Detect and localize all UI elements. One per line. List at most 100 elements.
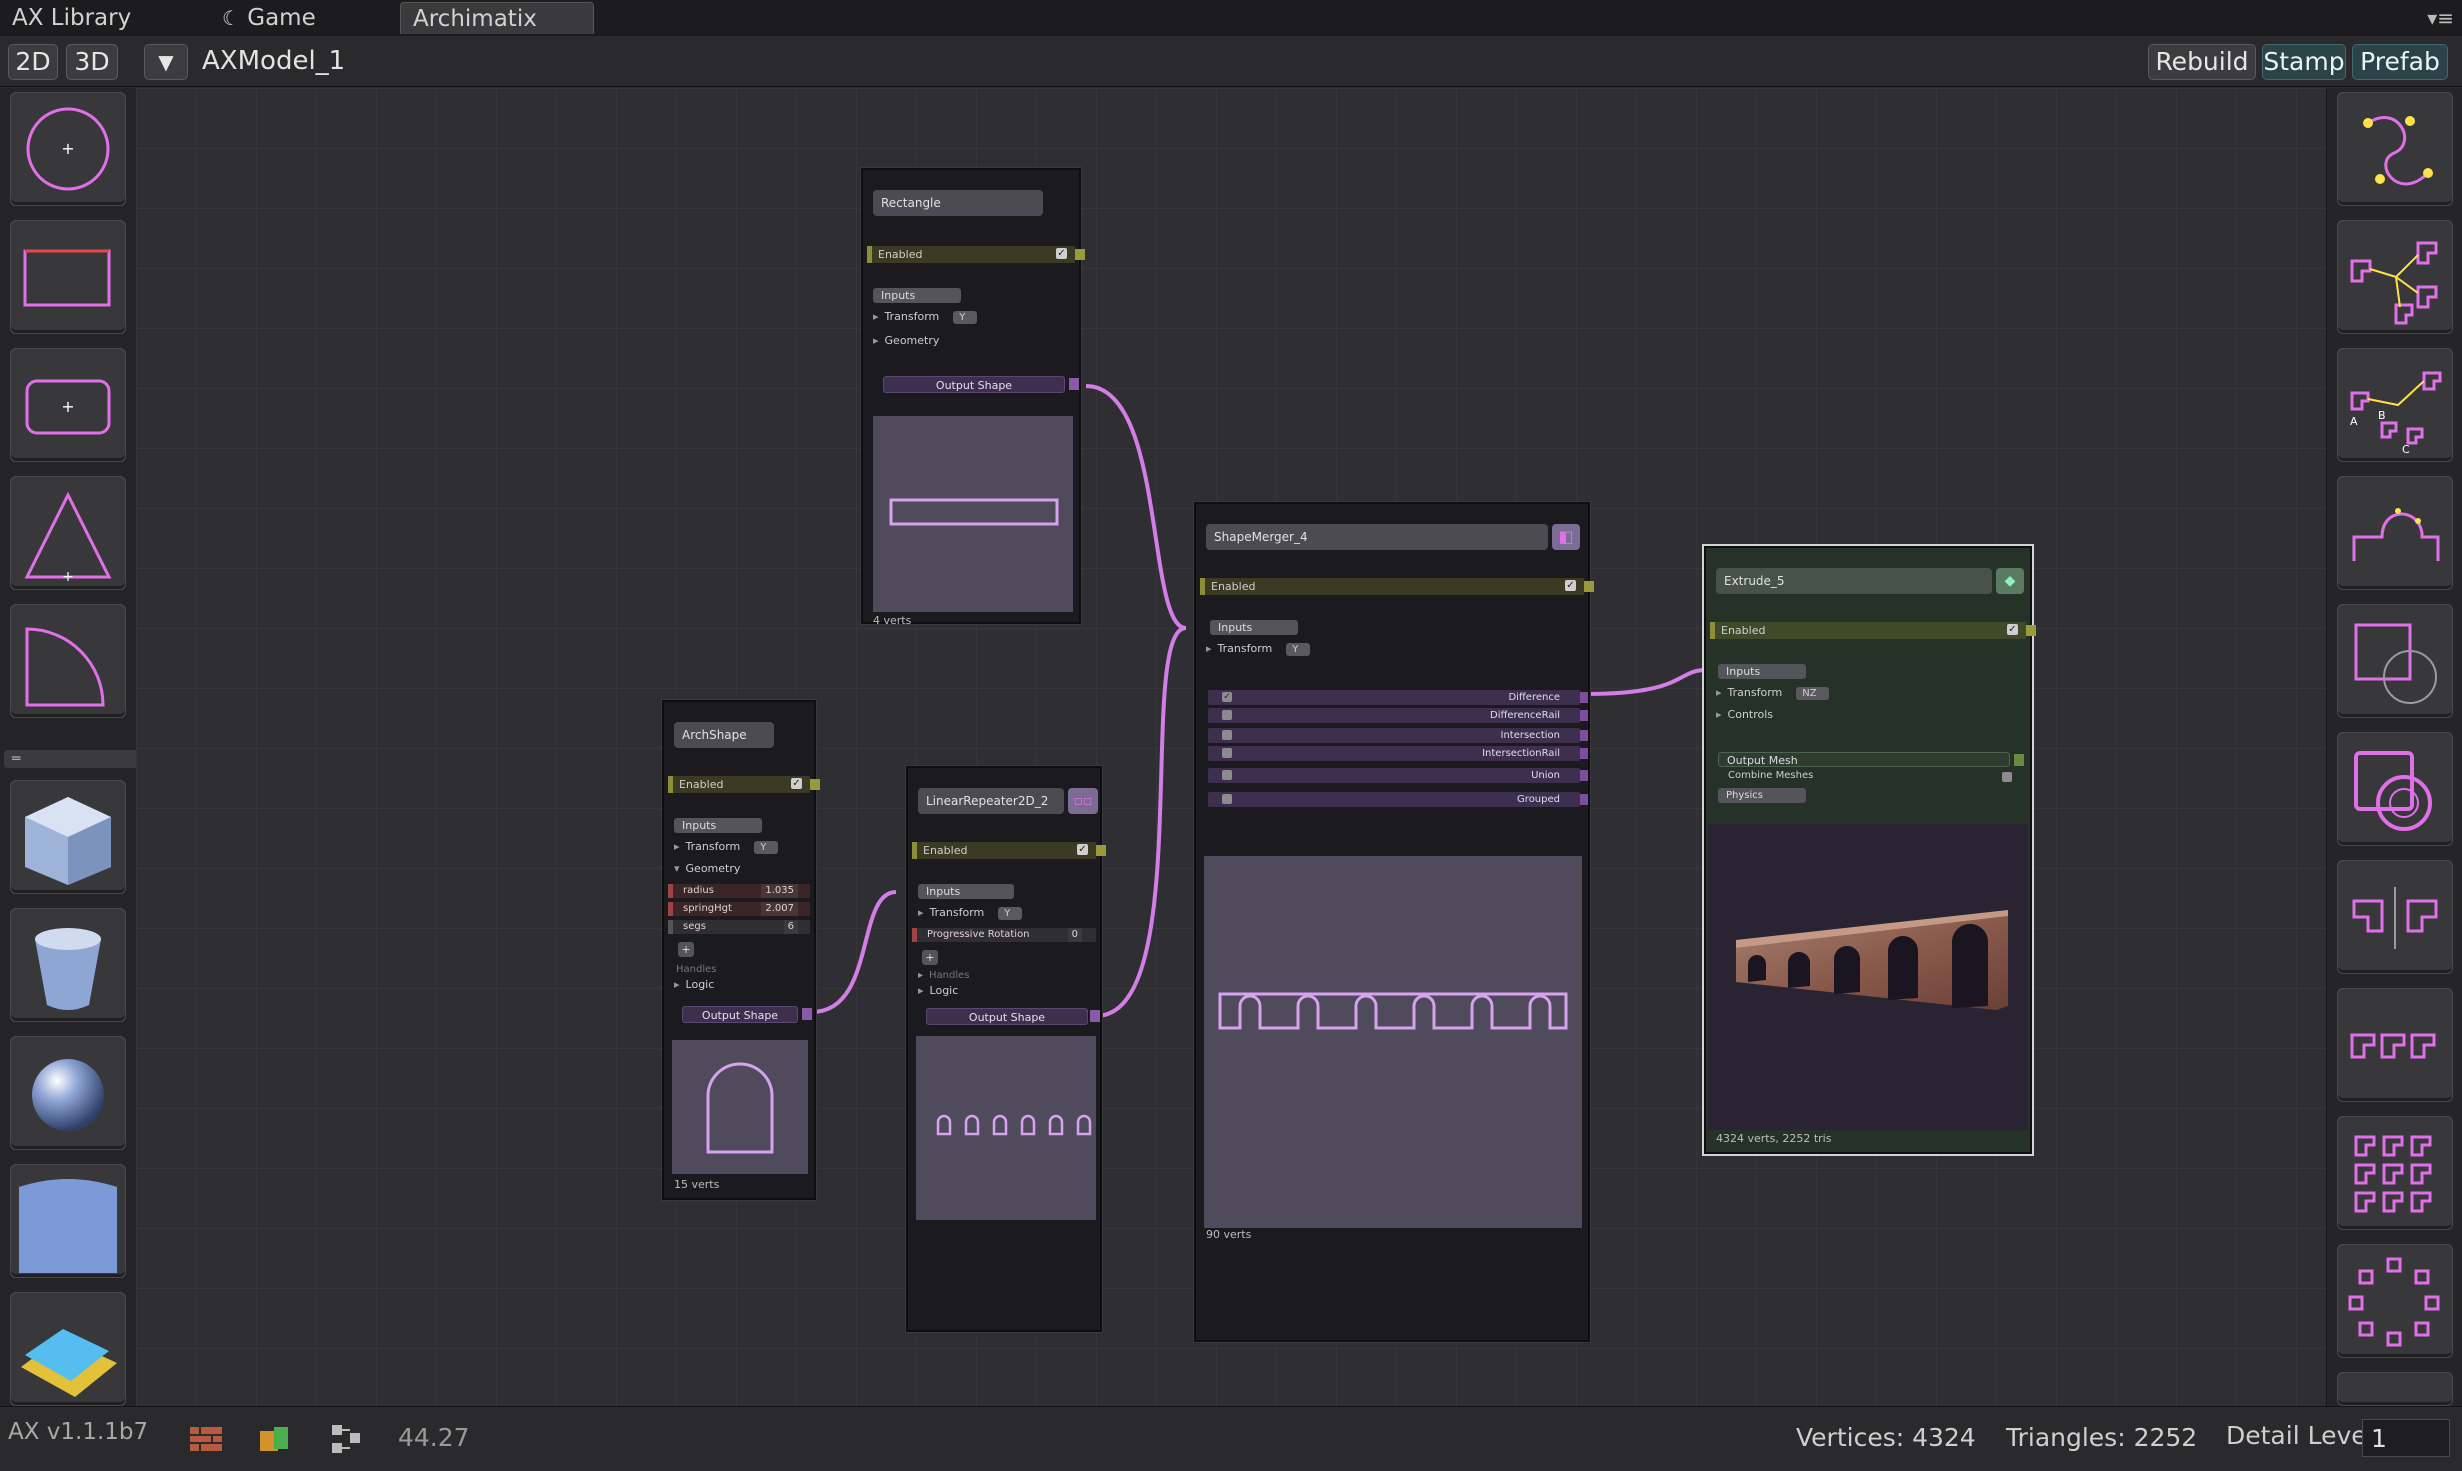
difference-checkbox[interactable]: ✓ bbox=[1222, 692, 1232, 702]
archshape-node[interactable]: ArchShape Enabled ✓ Inputs ▸ Transform Y ▾… bbox=[662, 700, 820, 1200]
merge-abc-tool-button[interactable]: A B C bbox=[2337, 348, 2453, 462]
output-pin[interactable] bbox=[1580, 730, 1588, 741]
enabled-pin[interactable] bbox=[810, 779, 820, 790]
geometry-row[interactable]: ▸ Geometry bbox=[873, 334, 939, 347]
output-pin[interactable] bbox=[1580, 794, 1588, 805]
paint-icon[interactable] bbox=[254, 1421, 294, 1457]
output-pin[interactable] bbox=[1580, 748, 1588, 759]
node-title[interactable]: Rectangle bbox=[873, 190, 1043, 216]
palette-divider[interactable]: ═ bbox=[4, 750, 140, 768]
output-mesh-port[interactable]: Output Mesh bbox=[1718, 752, 2010, 767]
output-grouped[interactable]: Grouped bbox=[1208, 792, 1588, 807]
spline-tool-button[interactable] bbox=[2337, 92, 2453, 206]
more-tools-button[interactable] bbox=[2337, 1372, 2453, 1406]
enabled-toggle[interactable]: Enabled ✓ bbox=[668, 776, 820, 793]
quarter-arc-tool-button[interactable] bbox=[10, 604, 126, 718]
grouped-checkbox[interactable] bbox=[1222, 794, 1232, 804]
transform-row[interactable]: ▸ Transform Y bbox=[1206, 642, 1311, 656]
intersection-checkbox[interactable] bbox=[1222, 730, 1232, 740]
extrude-node[interactable]: Extrude_5 ◆ Enabled ✓ Inputs ▸ Transform N… bbox=[1704, 546, 2036, 1154]
enabled-toggle[interactable]: Enabled ✓ bbox=[912, 842, 1106, 859]
inputs-section[interactable]: Inputs bbox=[1210, 620, 1298, 635]
transform-row[interactable]: ▸ Transform Y bbox=[674, 840, 779, 854]
union-checkbox[interactable] bbox=[1222, 770, 1232, 780]
tab-ax-library[interactable]: AX Library bbox=[0, 2, 143, 34]
inputs-section[interactable]: Inputs bbox=[918, 884, 1014, 899]
output-pin[interactable] bbox=[1069, 378, 1079, 390]
grid-repeater-tool-button[interactable] bbox=[2337, 1116, 2453, 1230]
layout-nodes-icon[interactable] bbox=[328, 1421, 368, 1457]
geometry-row[interactable]: ▾ Geometry bbox=[674, 862, 740, 875]
linear-repeater-node[interactable]: LinearRepeater2D_2 ▫▫ Enabled ✓ Inputs ▸… bbox=[906, 766, 1106, 1332]
output-union[interactable]: Union bbox=[1208, 768, 1588, 783]
tab-archimatix[interactable]: Archimatix bbox=[400, 2, 594, 34]
param-radius[interactable]: radius 1.035 bbox=[668, 884, 810, 898]
brick-material-icon[interactable] bbox=[186, 1421, 226, 1457]
param-value[interactable]: 0 bbox=[1067, 928, 1082, 942]
output-difference[interactable]: ✓ Difference bbox=[1208, 690, 1588, 705]
controls-row[interactable]: ▸ Controls bbox=[1716, 708, 1773, 721]
enabled-pin[interactable] bbox=[1075, 249, 1085, 260]
transform-axis-dropdown[interactable]: Y bbox=[953, 311, 978, 324]
enabled-pin[interactable] bbox=[2026, 625, 2036, 636]
sphere-tool-button[interactable] bbox=[10, 1036, 126, 1150]
inputs-section[interactable]: Inputs bbox=[873, 288, 961, 303]
differencerail-checkbox[interactable] bbox=[1222, 710, 1232, 720]
node-title[interactable]: Extrude_5 bbox=[1716, 568, 1992, 594]
tab-game[interactable]: ☾ Game bbox=[210, 2, 328, 34]
repeater-type-icon[interactable]: ▫▫ bbox=[1068, 788, 1098, 814]
mirror-tool-button[interactable] bbox=[2337, 860, 2453, 974]
param-segs[interactable]: segs 6 bbox=[668, 920, 810, 934]
plane-tool-button[interactable] bbox=[10, 1164, 126, 1278]
param-springhgt[interactable]: springHgt 2.007 bbox=[668, 902, 810, 916]
enabled-checkbox[interactable]: ✓ bbox=[1056, 248, 1067, 259]
inputs-section[interactable]: Inputs bbox=[1718, 664, 1806, 679]
transform-row[interactable]: ▸ Transform Y bbox=[873, 310, 978, 324]
prefab-button[interactable]: Prefab bbox=[2352, 44, 2448, 80]
handles-label[interactable]: ▸ Handles bbox=[918, 970, 970, 981]
param-progressive-rotation[interactable]: Progressive Rotation 0 bbox=[912, 928, 1096, 942]
logic-row[interactable]: ▸ Logic bbox=[674, 978, 714, 991]
cube-tool-button[interactable] bbox=[10, 780, 126, 894]
transform-axis-dropdown[interactable]: Y bbox=[998, 907, 1023, 920]
cylinder-tool-button[interactable] bbox=[10, 908, 126, 1022]
view-3d-button[interactable]: 3D bbox=[66, 44, 118, 80]
output-intersection[interactable]: Intersection bbox=[1208, 728, 1588, 743]
physics-section[interactable]: Physics bbox=[1718, 788, 1806, 803]
offset-shape-tool-button[interactable] bbox=[2337, 732, 2453, 846]
output-shape-port[interactable]: Output Shape bbox=[883, 376, 1065, 393]
enabled-toggle[interactable]: Enabled ✓ bbox=[1710, 622, 2036, 639]
param-value[interactable]: 2.007 bbox=[761, 902, 798, 916]
add-param-button[interactable]: + bbox=[922, 950, 938, 965]
box-tool-button[interactable] bbox=[10, 1292, 126, 1406]
transform-row[interactable]: ▸ Transform Y bbox=[918, 906, 1023, 920]
enabled-checkbox[interactable]: ✓ bbox=[2007, 624, 2018, 635]
output-intersectionrail[interactable]: IntersectionRail bbox=[1208, 746, 1588, 761]
repeater-tool-button[interactable] bbox=[2337, 988, 2453, 1102]
stamp-button[interactable]: Stamp bbox=[2262, 44, 2346, 80]
rectangle-node[interactable]: Rectangle Enabled ✓ Inputs ▸ Transform Y ▸… bbox=[861, 168, 1085, 627]
extrude-type-icon[interactable]: ◆ bbox=[1996, 568, 2024, 594]
radial-repeater-tool-button[interactable] bbox=[2337, 1244, 2453, 1358]
logic-row[interactable]: ▸ Logic bbox=[918, 984, 958, 997]
add-param-button[interactable]: + bbox=[678, 942, 694, 957]
param-value[interactable]: 1.035 bbox=[761, 884, 798, 898]
output-pin[interactable] bbox=[1090, 1010, 1100, 1022]
transform-axis-dropdown[interactable]: Y bbox=[1286, 643, 1311, 656]
output-pin[interactable] bbox=[1580, 710, 1588, 721]
merger-type-icon[interactable]: ◧ bbox=[1552, 524, 1580, 550]
rectangle-tool-button[interactable] bbox=[10, 220, 126, 334]
param-value[interactable]: 6 bbox=[783, 920, 798, 934]
enabled-checkbox[interactable]: ✓ bbox=[1565, 580, 1576, 591]
output-pin[interactable] bbox=[1580, 770, 1588, 781]
model-dropdown-icon[interactable]: ▼ bbox=[144, 44, 188, 80]
transform-axis-dropdown[interactable]: Y bbox=[754, 841, 779, 854]
output-shape-port[interactable]: Output Shape bbox=[926, 1008, 1088, 1025]
output-shape-port[interactable]: Output Shape bbox=[682, 1006, 798, 1023]
intersectionrail-checkbox[interactable] bbox=[1222, 748, 1232, 758]
handles-label[interactable]: Handles bbox=[676, 964, 716, 975]
enabled-pin[interactable] bbox=[1584, 581, 1594, 592]
enabled-checkbox[interactable]: ✓ bbox=[1077, 844, 1088, 855]
view-2d-button[interactable]: 2D bbox=[8, 44, 58, 80]
enabled-pin[interactable] bbox=[1096, 845, 1106, 856]
